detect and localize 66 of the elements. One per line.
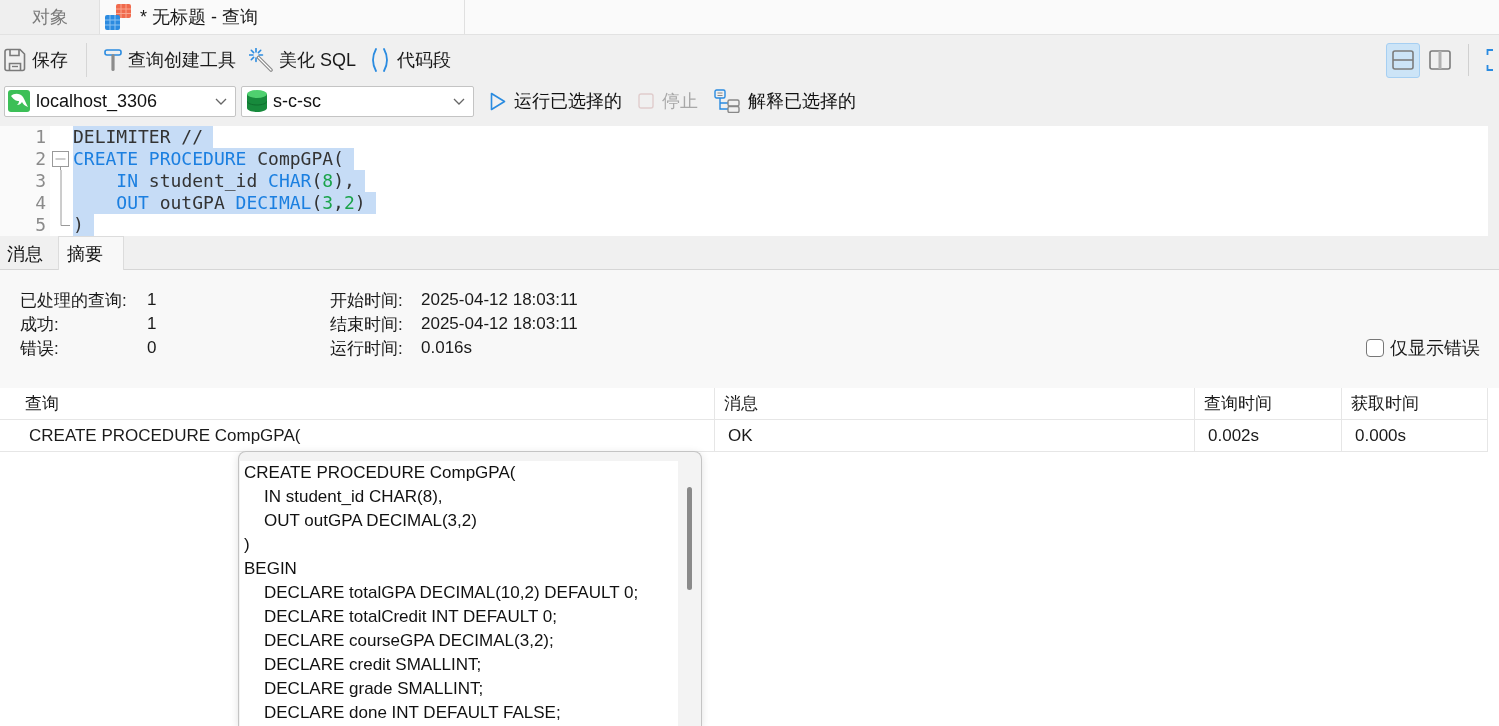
stat-label: 错误: <box>20 337 60 360</box>
time-label: 运行时间: <box>330 337 404 360</box>
beautify-sql-button[interactable]: 美化 SQL <box>249 43 357 77</box>
table-cell: 0.002s <box>1195 420 1342 451</box>
time-value: 0.016s <box>421 338 474 358</box>
tooltip-line: BEGIN <box>244 558 298 580</box>
tooltip-line: DECLARE credit SMALLINT; <box>263 654 483 676</box>
explain-selected-button[interactable]: 解释已选择的 <box>714 86 856 116</box>
tab[interactable]: 消息 <box>0 237 58 270</box>
save-icon <box>4 48 26 72</box>
checkbox[interactable] <box>1366 339 1384 357</box>
column-header[interactable]: 查询时间 <box>1195 388 1342 419</box>
time-label: 结束时间: <box>330 313 404 336</box>
square-icon <box>638 93 654 109</box>
time-value: 2025-04-12 18:03:11 <box>421 314 578 334</box>
stat-value: 0 <box>147 338 158 358</box>
line-number: 3 <box>0 170 50 192</box>
tooltip-line: CREATE PROCEDURE CompGPA( <box>244 462 517 484</box>
play-icon <box>490 91 506 111</box>
stat-label: 已处理的查询: <box>20 289 128 312</box>
column-header[interactable]: 消息 <box>715 388 1195 419</box>
chevron-down-icon <box>453 97 465 105</box>
tab[interactable]: 对象 <box>0 0 100 34</box>
table-cell: OK <box>715 420 1195 451</box>
time-value: 2025-04-12 18:03:11 <box>421 290 578 310</box>
tooltip-line: DECLARE courseGPA DECIMAL(3,2); <box>263 630 555 652</box>
code-snippet-button[interactable]: 代码段 <box>369 43 452 77</box>
code-editor[interactable]: 1 DELIMITER // 2 CREATE PROCEDURE CompGPA( 3 IN student_id CHAR(8), 4 OUT outGPA DECIMAL(3,2) 5 ) <box>0 126 1488 236</box>
tooltip-line: DECLARE done INT DEFAULT FALSE; <box>263 702 562 724</box>
line-number: 4 <box>0 192 50 214</box>
query-builder-button[interactable]: 查询创建工具 <box>104 43 236 77</box>
bracket-icon[interactable] <box>1486 49 1494 71</box>
time-label: 开始时间: <box>330 289 404 312</box>
tooltip-line: IN student_id CHAR(8), <box>263 486 444 508</box>
table-icon <box>105 4 131 30</box>
column-header[interactable]: 查询 <box>0 388 715 419</box>
save-button[interactable]: 保存 <box>4 43 68 77</box>
line-number: 2 <box>0 148 50 170</box>
diagram-icon <box>714 89 740 113</box>
horizontal-split-icon <box>1392 50 1414 70</box>
magic-wand-icon <box>249 48 273 72</box>
connection-dropdown[interactable]: localhost_3306 <box>4 85 236 117</box>
tooltip-line: OUT outGPA DECIMAL(3,2) <box>263 510 478 532</box>
fold-end-line <box>60 214 70 226</box>
run-selected-button[interactable]: 运行已选择的 <box>490 86 622 116</box>
database-dropdown[interactable]: s-c-sc <box>241 85 474 117</box>
checkbox-label[interactable]: 仅显示错误 <box>1390 336 1480 360</box>
layout-button[interactable] <box>1386 42 1420 78</box>
stat-value: 1 <box>147 314 158 334</box>
hammer-icon <box>104 48 122 72</box>
collapse-icon[interactable] <box>52 148 69 170</box>
tooltip-line: DECLARE grade SMALLINT; <box>263 678 485 700</box>
stat-label: 成功: <box>20 313 60 336</box>
line-number: 1 <box>0 126 50 148</box>
tooltip-line: DECLARE totalCredit INT DEFAULT 0; <box>263 606 558 628</box>
stat-value: 1 <box>147 290 158 310</box>
chevron-down-icon <box>215 97 227 105</box>
line-number: 5 <box>0 214 50 236</box>
dolphin-icon <box>8 90 30 112</box>
table-cell: 0.000s <box>1342 420 1488 451</box>
tab[interactable]: 摘要 <box>58 236 124 270</box>
vertical-split-icon <box>1429 50 1451 70</box>
tooltip-line: DECLARE totalGPA DECIMAL(10,2) DEFAULT 0; <box>263 582 640 604</box>
database-icon <box>247 90 267 112</box>
column-header[interactable]: 获取时间 <box>1342 388 1488 419</box>
tooltip-line: ) <box>244 534 251 556</box>
